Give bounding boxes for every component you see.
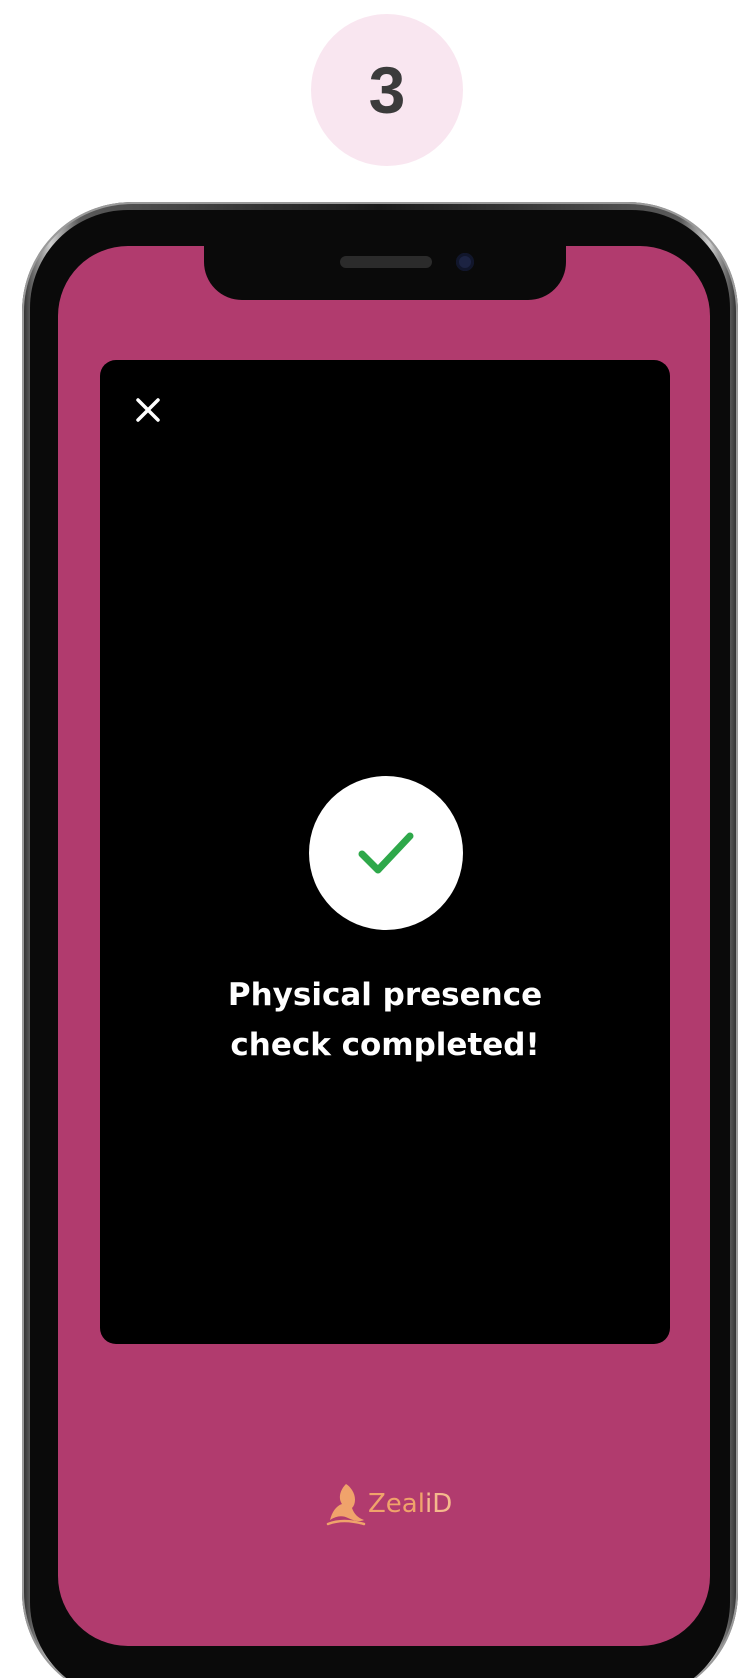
success-indicator [309, 776, 463, 930]
front-camera [456, 253, 474, 271]
brand-name-main: Zeal [368, 1489, 425, 1519]
status-message: Physical presence check completed! [150, 970, 620, 1070]
brand-name-accent: iD [424, 1489, 453, 1519]
brand-name: ZealiD [368, 1489, 452, 1519]
phone-notch [204, 246, 566, 300]
page: 3 Physical presence check completed! Zea… [0, 0, 738, 1678]
zealid-logo-icon [326, 1484, 366, 1526]
brand-logo: ZealiD [326, 1482, 452, 1526]
status-message-line1: Physical presence [227, 977, 543, 1013]
close-icon [136, 398, 160, 422]
step-number: 3 [368, 53, 406, 127]
step-badge: 3 [311, 14, 463, 166]
close-button[interactable] [130, 392, 166, 428]
check-icon [358, 832, 414, 874]
status-message-line2: check completed! [230, 1027, 540, 1063]
earpiece-speaker [340, 256, 432, 268]
